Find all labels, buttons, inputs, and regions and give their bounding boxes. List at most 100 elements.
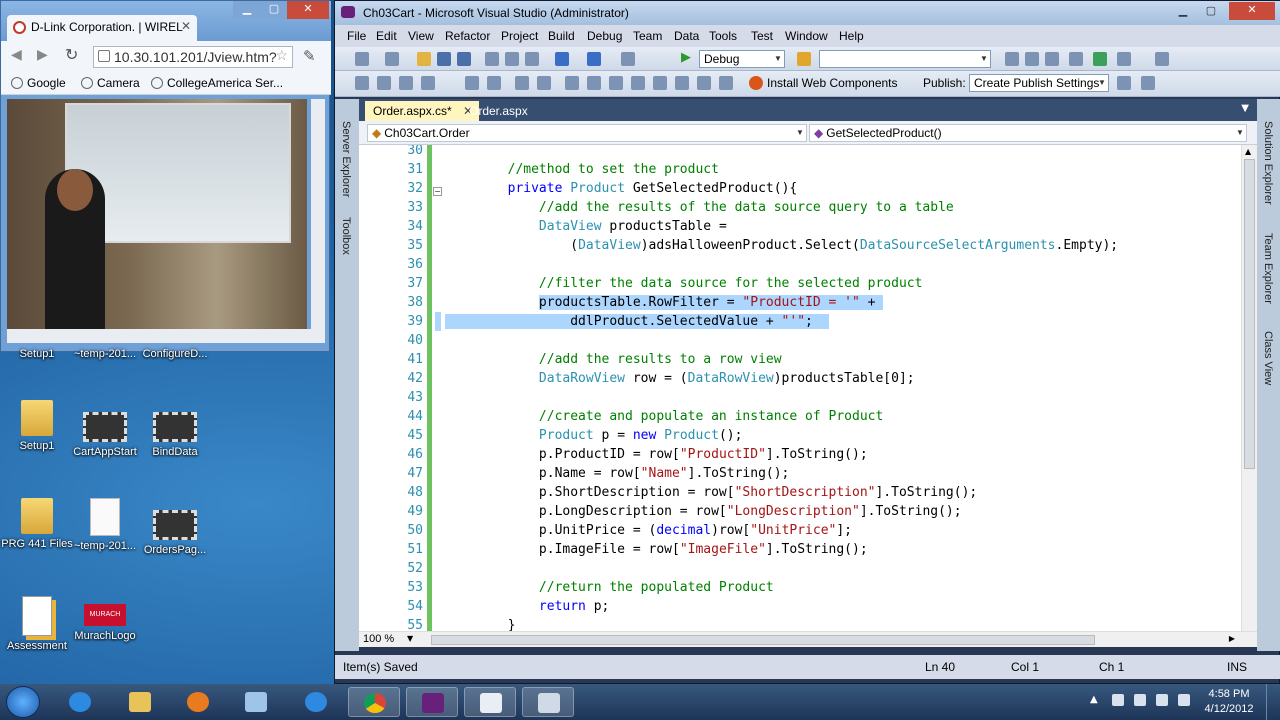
taskbar-clock[interactable]: 4:58 PM 4/12/2012 <box>1198 687 1260 717</box>
desktop-icon-temp-top[interactable]: ~temp-201... <box>68 348 142 360</box>
tray-volume-icon[interactable] <box>1178 694 1190 706</box>
tab-list-icon[interactable]: ▼ <box>1241 103 1249 114</box>
taskbar-visual-studio[interactable] <box>406 687 458 717</box>
new-project-icon[interactable] <box>355 52 369 66</box>
bookmark-google[interactable]: Google <box>11 76 66 90</box>
code-line[interactable]: 50 p.UnitPrice = (decimal)row["UnitPrice… <box>359 521 1239 540</box>
next-bookmark-icon[interactable] <box>609 76 623 90</box>
tray-app-icon[interactable] <box>1134 694 1146 706</box>
taskbar-notepad[interactable] <box>464 687 516 717</box>
properties-icon[interactable] <box>1025 52 1039 66</box>
server-explorer-tab[interactable]: Server Explorer <box>340 121 352 197</box>
close-tab-icon[interactable]: ✕ <box>181 19 191 33</box>
tab-order-aspx[interactable]: Order.aspx <box>461 101 534 121</box>
code-line[interactable]: 47 p.Name = row["Name"].ToString(); <box>359 464 1239 483</box>
layout-icon[interactable] <box>1155 52 1169 66</box>
scroll-up-icon[interactable]: ▲ <box>1245 147 1251 156</box>
menu-tools[interactable]: Tools <box>709 29 737 43</box>
code-line[interactable]: 31 //method to set the product <box>359 160 1239 179</box>
toolbox-tab[interactable]: Toolbox <box>340 217 352 255</box>
code-line[interactable]: 39 ddlProduct.SelectedValue + "'"; <box>359 312 1239 331</box>
chevron-down-icon[interactable]: ▼ <box>407 634 413 643</box>
code-line[interactable]: 43 <box>359 388 1239 407</box>
tray-flag-icon[interactable] <box>1112 694 1124 706</box>
vs-maximize-icon[interactable]: ▢ <box>1197 3 1225 21</box>
class-view-tab[interactable]: Class View <box>1262 331 1274 385</box>
code-line[interactable]: 46 p.ProductID = row["ProductID"].ToStri… <box>359 445 1239 464</box>
find-icon[interactable] <box>797 52 811 66</box>
style-icon[interactable] <box>421 76 435 90</box>
menu-test[interactable]: Test <box>751 29 773 43</box>
comment-icon[interactable] <box>515 76 529 90</box>
code-line[interactable]: 53 //return the populated Product <box>359 578 1239 597</box>
code-line[interactable]: 44 //create and populate an instance of … <box>359 407 1239 426</box>
code-line[interactable]: 54 return p; <box>359 597 1239 616</box>
bookmark-list-icon[interactable] <box>675 76 689 90</box>
menu-debug[interactable]: Debug <box>587 29 622 43</box>
find-combo[interactable]: ▼ <box>819 50 991 68</box>
menu-window[interactable]: Window <box>785 29 828 43</box>
show-desktop-button[interactable] <box>1266 684 1280 720</box>
desktop-icon-setup1-top[interactable]: Setup1 <box>0 348 74 360</box>
navigate-back-icon[interactable] <box>621 52 635 66</box>
publish-icon[interactable] <box>1117 76 1131 90</box>
minimize-icon[interactable]: ▁ <box>233 1 261 19</box>
redo-icon[interactable] <box>587 52 601 66</box>
code-line[interactable]: 33 //add the results of the data source … <box>359 198 1239 217</box>
start-debugging-icon[interactable]: ▶ <box>681 50 691 65</box>
bookmark-collegeamerica[interactable]: CollegeAmerica Ser... <box>151 76 283 90</box>
publish-settings-combo[interactable]: Create Publish Settings ▼ <box>969 74 1109 92</box>
code-line[interactable]: 37 //filter the data source for the sele… <box>359 274 1239 293</box>
menu-data[interactable]: Data <box>674 29 699 43</box>
editor-horizontal-scrollbar[interactable]: 100 % ▼ ▶ <box>359 631 1257 647</box>
desktop-icon-binddata[interactable]: BindData <box>138 412 212 458</box>
indent-icon[interactable] <box>465 76 479 90</box>
code-line[interactable]: 45 Product p = new Product(); <box>359 426 1239 445</box>
add-item-icon[interactable] <box>385 52 399 66</box>
maximize-icon[interactable]: ▢ <box>261 1 287 19</box>
save-icon[interactable] <box>437 52 451 66</box>
code-line[interactable]: 30 <box>359 145 1239 160</box>
solution-explorer-tab[interactable]: Solution Explorer <box>1262 121 1274 205</box>
taskbar-ie[interactable] <box>54 687 106 717</box>
horizontal-scroll-thumb[interactable] <box>431 635 1095 645</box>
taskbar-explorer[interactable] <box>114 687 166 717</box>
code-line[interactable]: 52 <box>359 559 1239 578</box>
bookmark-icon[interactable] <box>565 76 579 90</box>
menu-file[interactable]: File <box>347 29 366 43</box>
taskbar-ie2[interactable] <box>290 687 342 717</box>
reload-icon[interactable]: ↻ <box>65 45 78 64</box>
taskbar-media-player[interactable] <box>172 687 224 717</box>
taskbar-window[interactable] <box>522 687 574 717</box>
web-icon[interactable] <box>697 76 711 90</box>
format-icon[interactable] <box>355 76 369 90</box>
web2-icon[interactable] <box>719 76 733 90</box>
publish2-icon[interactable] <box>1141 76 1155 90</box>
menu-refactor[interactable]: Refactor <box>445 29 490 43</box>
save-all-icon[interactable] <box>457 52 471 66</box>
vs-close-icon[interactable]: ✕ <box>1229 2 1275 20</box>
star-icon[interactable]: ☆ <box>275 47 288 64</box>
desktop-icon-temp[interactable]: ~temp-201... <box>68 498 142 552</box>
copy-icon[interactable] <box>505 52 519 66</box>
desktop-icon-cartappstart[interactable]: CartAppStart <box>68 412 142 458</box>
menu-view[interactable]: View <box>408 29 434 43</box>
object-browser-icon[interactable] <box>1045 52 1059 66</box>
paste-icon[interactable] <box>525 52 539 66</box>
browser-horizontal-scrollbar[interactable] <box>7 329 325 343</box>
start-page-icon[interactable] <box>1093 52 1107 66</box>
desktop-icon-configured[interactable]: ConfigureD... <box>138 348 212 360</box>
uncomment-icon[interactable] <box>537 76 551 90</box>
code-line[interactable]: 51 p.ImageFile = row["ImageFile"].ToStri… <box>359 540 1239 559</box>
menu-help[interactable]: Help <box>839 29 864 43</box>
code-line[interactable]: 55 } <box>359 616 1239 631</box>
start-button[interactable] <box>6 686 40 718</box>
desktop-icon-murachlogo[interactable]: MURACH MurachLogo <box>68 604 142 642</box>
scroll-thumb[interactable] <box>1244 159 1255 469</box>
toolbox-tb-icon[interactable] <box>1069 52 1083 66</box>
code-line[interactable]: 41 //add the results to a row view <box>359 350 1239 369</box>
code-line[interactable]: 42 DataRowView row = (DataRowView)produc… <box>359 369 1239 388</box>
code-editor[interactable]: − 30 31 //method to set the product 32 pri… <box>359 145 1257 631</box>
prev-bookmark-icon[interactable] <box>587 76 601 90</box>
undo-icon[interactable] <box>555 52 569 66</box>
